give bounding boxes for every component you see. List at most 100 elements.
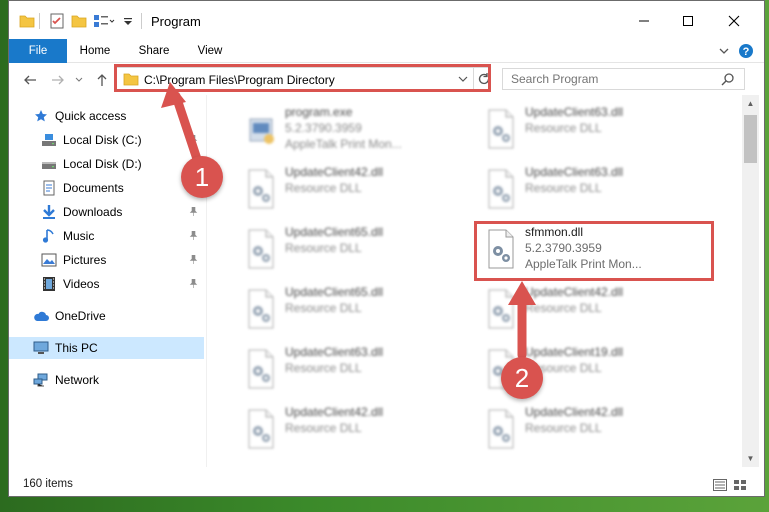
navigation-pane: Quick access Local Disk (C:) Local Disk … <box>9 95 206 467</box>
file-name: UpdateClient42.dll <box>285 405 384 419</box>
up-arrow-icon[interactable] <box>93 71 111 89</box>
status-bar: 160 items <box>9 473 764 496</box>
expand-ribbon-icon[interactable] <box>715 42 733 60</box>
file-detail: 5.2.3790.3959 <box>285 121 362 135</box>
file-name: program.exe <box>285 105 353 119</box>
file-item[interactable]: UpdateClient63.dll Resource DLL <box>237 343 472 399</box>
file-detail: Resource DLL <box>525 421 602 435</box>
search-box[interactable] <box>502 68 745 90</box>
sidebar-item-downloads[interactable]: Downloads <box>9 201 204 223</box>
documents-icon <box>41 180 57 196</box>
tab-home[interactable]: Home <box>71 39 119 63</box>
file-item[interactable]: UpdateClient65.dll Resource DLL <box>237 223 472 279</box>
file-name: UpdateClient65.dll <box>285 285 384 299</box>
step-2-badge: 2 <box>501 357 543 399</box>
sidebar-item-label: Local Disk (D:) <box>63 157 142 171</box>
file-item[interactable]: UpdateClient42.dll Resource DLL <box>477 283 712 339</box>
recent-locations-icon[interactable] <box>73 71 85 89</box>
file-item[interactable]: UpdateClient42.dll Resource DLL <box>477 403 712 459</box>
dll-file-icon <box>485 109 517 149</box>
close-button[interactable] <box>711 7 757 35</box>
file-detail: Resource DLL <box>285 181 362 195</box>
music-icon <box>41 228 57 244</box>
file-detail: Resource DLL <box>525 121 602 135</box>
file-detail: Resource DLL <box>285 241 362 255</box>
sidebar-item-videos[interactable]: Videos <box>9 273 204 295</box>
network-icon <box>33 372 49 388</box>
file-detail: Resource DLL <box>285 421 362 435</box>
file-name: UpdateClient19.dll <box>525 345 624 359</box>
file-item[interactable]: UpdateClient63.dll Resource DLL <box>477 103 712 159</box>
file-item[interactable]: UpdateClient42.dll Resource DLL <box>237 403 472 459</box>
sidebar-item-label: Downloads <box>63 205 123 219</box>
scroll-down-icon[interactable]: ▼ <box>742 450 759 467</box>
dll-file-icon <box>245 169 277 209</box>
file-name: UpdateClient42.dll <box>285 165 384 179</box>
scroll-up-icon[interactable]: ▲ <box>742 95 759 112</box>
sidebar-item-label: Music <box>63 229 95 243</box>
customize-toolbar-icon[interactable] <box>123 11 133 31</box>
separator <box>141 13 142 29</box>
sidebar-item-local-disk-d[interactable]: Local Disk (D:) <box>9 153 204 175</box>
sidebar-item-local-disk-c[interactable]: Local Disk (C:) <box>9 129 204 151</box>
file-item[interactable]: UpdateClient65.dll Resource DLL <box>237 283 472 339</box>
pin-icon <box>189 278 198 290</box>
file-detail: Resource DLL <box>285 361 362 375</box>
file-item[interactable]: UpdateClient63.dll Resource DLL <box>477 163 712 219</box>
file-list: program.exe 5.2.3790.3959 AppleTalk Print … <box>207 95 742 467</box>
pin-icon <box>189 254 198 266</box>
sidebar-item-network[interactable]: Network <box>9 369 204 391</box>
sidebar-item-documents[interactable]: Documents <box>9 177 204 199</box>
sidebar-item-label: Network <box>55 373 100 387</box>
dll-file-icon <box>245 289 277 329</box>
dll-file-icon <box>245 229 277 269</box>
file-highlight <box>474 221 714 281</box>
star-icon <box>33 108 49 124</box>
window-title: Program <box>151 14 201 29</box>
vertical-scrollbar[interactable]: ▲ ▼ <box>742 95 759 467</box>
sidebar-item-quick-access[interactable]: Quick access <box>9 105 204 127</box>
help-icon[interactable]: ? <box>737 42 755 60</box>
dll-file-icon <box>485 289 517 329</box>
sidebar-item-label: OneDrive <box>55 309 106 323</box>
view-options-icon[interactable] <box>93 11 115 31</box>
title-bar: Program <box>9 1 764 39</box>
file-detail: Resource DLL <box>285 301 362 315</box>
tab-view[interactable]: View <box>185 39 235 63</box>
file-name: UpdateClient63.dll <box>525 165 624 179</box>
item-count: 160 items <box>23 478 73 490</box>
sidebar-item-onedrive[interactable]: OneDrive <box>9 305 204 327</box>
tab-file[interactable]: File <box>9 39 67 63</box>
large-icons-view-icon[interactable] <box>732 478 748 492</box>
folder-icon <box>19 11 35 31</box>
scroll-thumb[interactable] <box>744 115 757 163</box>
separator <box>39 13 40 29</box>
tab-share[interactable]: Share <box>129 39 179 63</box>
sidebar-item-pictures[interactable]: Pictures <box>9 249 204 271</box>
ribbon-tabs: File Home Share View ? <box>9 39 764 63</box>
sidebar-item-this-pc[interactable]: This PC <box>9 337 204 359</box>
file-item[interactable]: UpdateClient42.dll Resource DLL <box>237 163 472 219</box>
details-view-icon[interactable] <box>712 478 728 492</box>
new-folder-icon[interactable] <box>71 11 87 31</box>
dll-file-icon <box>485 169 517 209</box>
file-name: UpdateClient42.dll <box>525 405 624 419</box>
file-name: UpdateClient63.dll <box>285 345 384 359</box>
dll-file-icon <box>485 409 517 449</box>
search-icon[interactable] <box>721 72 735 89</box>
properties-icon[interactable] <box>49 11 65 31</box>
application-icon <box>245 109 277 149</box>
forward-arrow-icon[interactable] <box>49 71 67 89</box>
sidebar-item-music[interactable]: Music <box>9 225 204 247</box>
dll-file-icon <box>245 409 277 449</box>
drive-icon <box>41 132 57 148</box>
search-input[interactable] <box>511 72 711 86</box>
back-arrow-icon[interactable] <box>21 71 39 89</box>
pictures-icon <box>41 252 57 268</box>
svg-text:?: ? <box>743 46 750 58</box>
maximize-button[interactable] <box>665 7 711 35</box>
file-item[interactable]: program.exe 5.2.3790.3959 AppleTalk Print … <box>237 103 472 159</box>
file-description: AppleTalk Print Mon... <box>285 137 402 151</box>
address-bar-highlight <box>114 64 491 92</box>
minimize-button[interactable] <box>621 7 667 35</box>
